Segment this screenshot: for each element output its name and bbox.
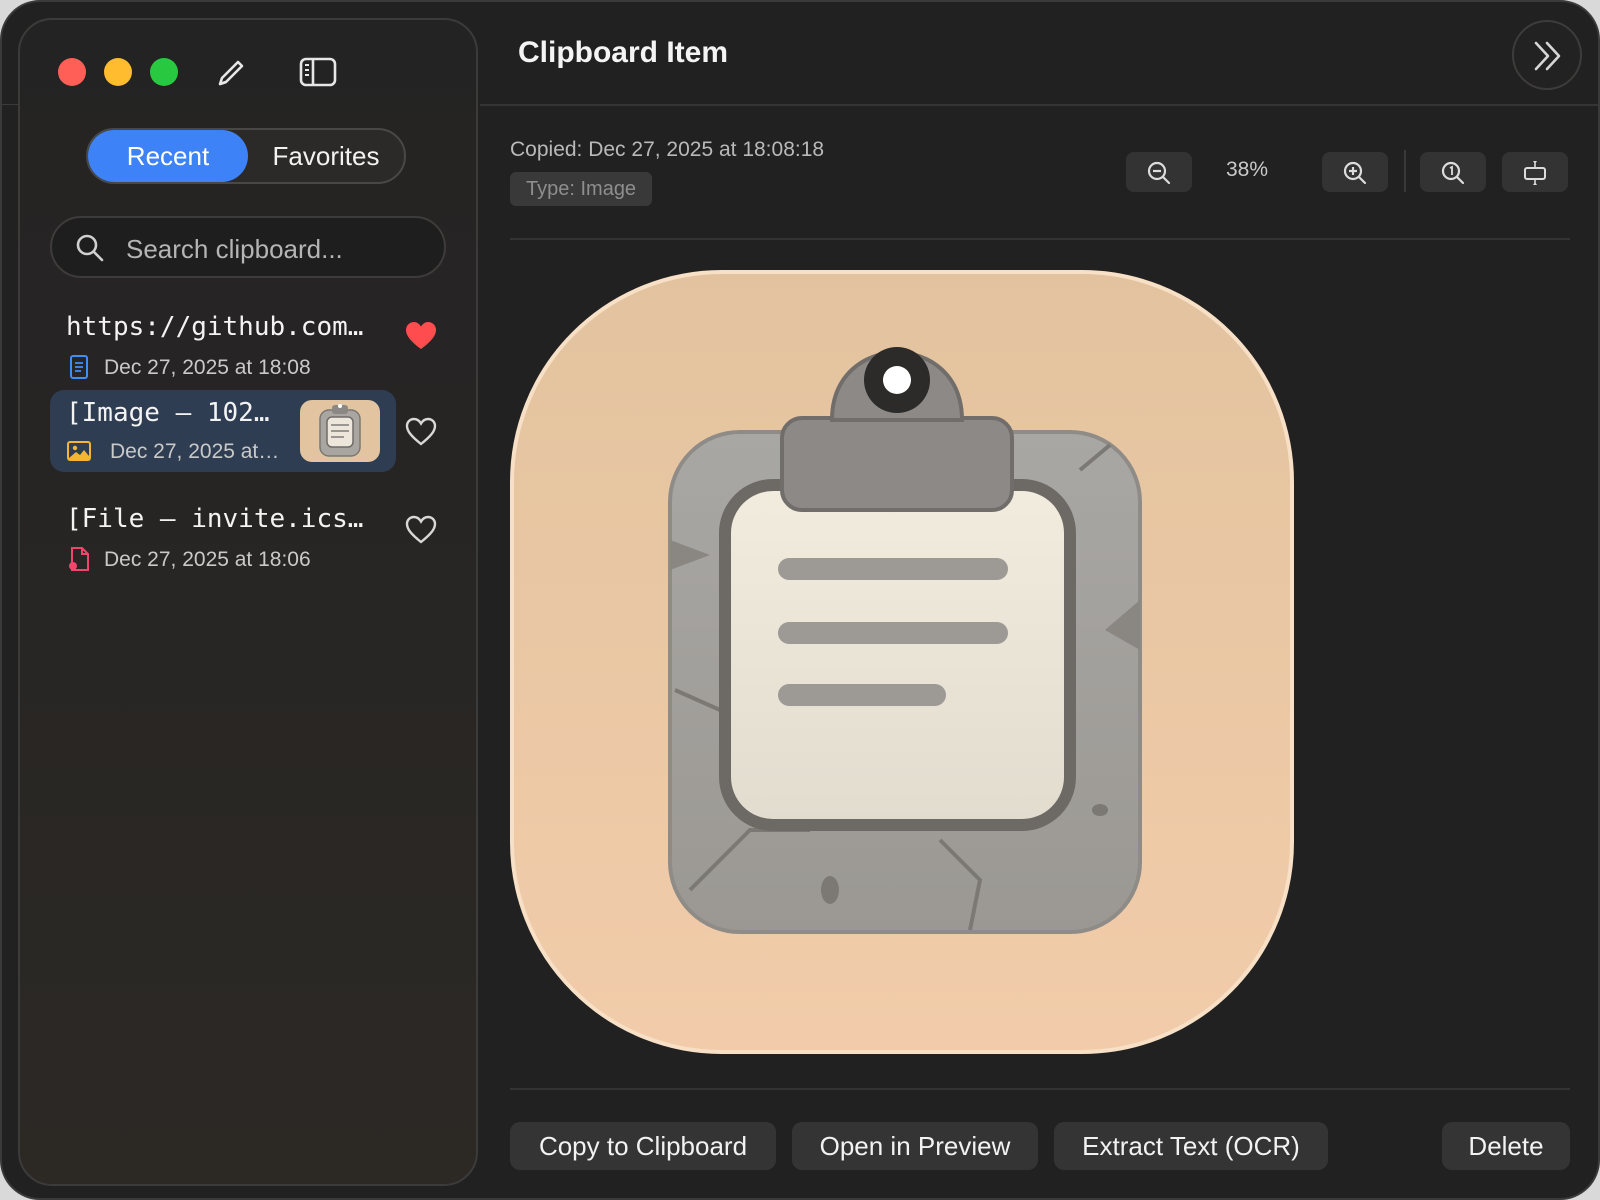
- tab-recent[interactable]: Recent: [88, 130, 248, 182]
- search-icon: [76, 234, 104, 262]
- zoom-window-button[interactable]: [150, 58, 178, 86]
- file-icon: [69, 547, 89, 571]
- zoom-out-icon: [1147, 161, 1171, 185]
- image-preview: [510, 270, 1294, 1054]
- type-badge: Type: Image: [510, 172, 653, 206]
- app-window: Recent Favorites https://github.com… Dec…: [0, 0, 1600, 1200]
- zoom-level: 38%: [1226, 158, 1269, 181]
- item-date: Dec 27, 2025 at 18:06: [104, 548, 311, 571]
- item-date: Dec 27, 2025 at 18:08: [104, 356, 311, 379]
- tab-switcher: Recent Favorites: [86, 128, 406, 184]
- image-icon: [67, 441, 91, 461]
- content-divider-top: [510, 238, 1570, 240]
- content-divider-bottom: [510, 1088, 1570, 1090]
- extract-text-ocr-button[interactable]: Extract Text (OCR): [1054, 1122, 1328, 1170]
- header-divider: [480, 104, 1598, 106]
- zoom-in-button[interactable]: [1322, 152, 1388, 192]
- divider: [2, 104, 18, 105]
- delete-button[interactable]: Delete: [1442, 1122, 1570, 1170]
- toolbar-separator: [1404, 150, 1406, 192]
- tab-favorites[interactable]: Favorites: [248, 130, 404, 182]
- open-in-preview-button[interactable]: Open in Preview: [792, 1122, 1038, 1170]
- item-title: https://github.com…: [66, 312, 364, 342]
- page-title: Clipboard Item: [518, 36, 729, 69]
- item-date: Dec 27, 2025 at…: [110, 440, 280, 463]
- zoom-in-icon: [1343, 161, 1367, 185]
- fit-to-window-button[interactable]: [1502, 152, 1568, 192]
- expand-button[interactable]: [1512, 20, 1582, 90]
- heart-outline-icon[interactable]: [404, 416, 438, 448]
- minimize-window-button[interactable]: [104, 58, 132, 86]
- copy-to-clipboard-button[interactable]: Copy to Clipboard: [510, 1122, 776, 1170]
- heart-filled-icon[interactable]: [404, 320, 438, 352]
- item-title: [Image – 102…: [66, 398, 270, 428]
- item-title: [File – invite.ics…: [66, 504, 364, 534]
- document-icon: [70, 355, 88, 379]
- fit-to-window-icon: [1524, 161, 1546, 185]
- search-input[interactable]: [124, 228, 428, 270]
- list-item[interactable]: https://github.com… Dec 27, 2025 at 18:0…: [50, 304, 450, 384]
- list-item-selected[interactable]: [Image – 102… Dec 27, 2025 at…: [50, 390, 396, 472]
- list-item[interactable]: [File – invite.ics… Dec 27, 2025 at 18:0…: [50, 496, 450, 576]
- image-thumbnail: [300, 400, 380, 462]
- pencil-icon[interactable]: [210, 54, 250, 90]
- actual-size-icon: [1441, 161, 1465, 185]
- search-field[interactable]: [50, 216, 446, 278]
- actual-size-button[interactable]: [1420, 152, 1486, 192]
- copied-timestamp: Copied: Dec 27, 2025 at 18:08:18: [510, 138, 825, 161]
- heart-outline-icon[interactable]: [404, 514, 438, 546]
- sidebar-toggle-icon[interactable]: [298, 54, 338, 90]
- chevron-double-right-icon: [1534, 41, 1561, 71]
- close-window-button[interactable]: [58, 58, 86, 86]
- zoom-out-button[interactable]: [1126, 152, 1192, 192]
- sidebar: Recent Favorites https://github.com… Dec…: [18, 18, 478, 1186]
